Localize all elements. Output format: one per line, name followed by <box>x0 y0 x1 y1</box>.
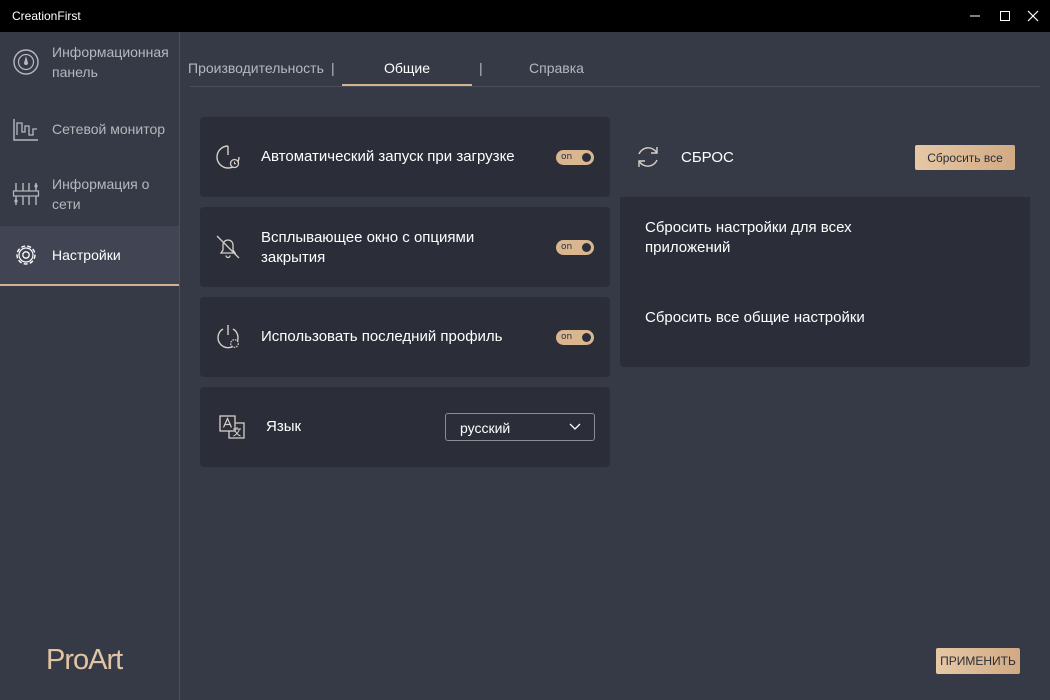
close-popup-card: Всплывающее окно с опциями закрытия on <box>200 207 610 287</box>
dashboard-gauge-icon <box>13 49 39 75</box>
refresh-icon <box>638 147 658 167</box>
proart-logo: ProArt <box>46 644 123 676</box>
translate-icon <box>219 415 245 439</box>
toggle-state-label: on <box>561 152 573 162</box>
window-title: CreationFirst <box>12 9 81 23</box>
toggle-state-label: on <box>561 332 573 342</box>
close-popup-label-line1: Всплывающее окно с опциями <box>261 229 475 246</box>
sidebar-item-label: Информационная панель <box>52 44 169 80</box>
tab-separator: | <box>479 60 483 76</box>
apply-button[interactable]: ПРИМЕНИТЬ <box>936 648 1020 674</box>
sidebar-item-label: Информация о сети <box>52 176 150 212</box>
tab-bar: Производительность | Общие | Справка <box>188 32 1038 87</box>
language-card: Язык русский <box>200 387 610 467</box>
language-label: Язык <box>266 418 302 435</box>
last-profile-card: Использовать последний профиль on <box>200 297 610 377</box>
reset-all-apps-line2: приложений <box>645 239 731 256</box>
tab-performance[interactable]: Производительность <box>188 60 324 76</box>
auto-start-toggle[interactable]: on <box>556 150 594 165</box>
sidebar-item-label: Настройки <box>52 247 121 263</box>
auto-start-card: Автоматический запуск при загрузке on <box>200 117 610 197</box>
profile-power-icon <box>217 325 239 349</box>
close-icon <box>1027 10 1039 22</box>
tab-general[interactable]: Общие <box>384 60 430 76</box>
reset-title: СБРОС <box>681 149 734 166</box>
auto-start-label: Автоматический запуск при загрузке <box>261 148 515 165</box>
toggle-knob <box>582 243 591 252</box>
reset-all-button[interactable]: Сбросить все <box>915 145 1015 170</box>
close-button[interactable] <box>1016 0 1050 32</box>
close-popup-label-line2: закрытия <box>261 249 326 266</box>
last-profile-toggle[interactable]: on <box>556 330 594 345</box>
language-select[interactable]: русский <box>445 413 595 441</box>
reset-panel: СБРОС Сбросить все Сбросить настройки дл… <box>620 117 1030 367</box>
title-bar: CreationFirst <box>0 0 1050 32</box>
minimize-button[interactable] <box>958 0 992 32</box>
tab-divider <box>190 86 1040 87</box>
gear-icon <box>16 245 36 265</box>
sidebar-item-network-info[interactable]: Информация о сети <box>0 160 179 228</box>
reset-general-settings-item[interactable]: Сбросить все общие настройки <box>645 308 865 328</box>
chevron-down-icon <box>569 423 581 430</box>
sidebar-item-settings[interactable]: Настройки <box>0 226 179 286</box>
language-select-value: русский <box>460 420 511 436</box>
reset-all-apps-line1: Сбросить настройки для всех <box>645 219 852 236</box>
toggle-state-label: on <box>561 242 573 252</box>
tab-help[interactable]: Справка <box>529 60 584 76</box>
sidebar-item-dashboard[interactable]: Информационная панель <box>0 32 179 92</box>
toggle-knob <box>582 333 591 342</box>
close-popup-toggle[interactable]: on <box>556 240 594 255</box>
sidebar-item-label: Сетевой монитор <box>52 121 166 137</box>
minimize-icon <box>970 15 980 17</box>
sidebar: Информационная панель Сетевой монитор Ин… <box>0 32 180 700</box>
toggle-knob <box>582 153 591 162</box>
bell-off-icon <box>216 235 240 259</box>
startup-timer-icon <box>216 145 240 169</box>
reset-header: СБРОС Сбросить все <box>620 117 1030 197</box>
network-info-icon <box>12 183 40 205</box>
network-monitor-icon <box>13 119 38 141</box>
tab-separator: | <box>331 60 335 76</box>
maximize-icon <box>1000 11 1010 21</box>
last-profile-label: Использовать последний профиль <box>261 328 503 345</box>
sidebar-item-network-monitor[interactable]: Сетевой монитор <box>0 99 179 159</box>
